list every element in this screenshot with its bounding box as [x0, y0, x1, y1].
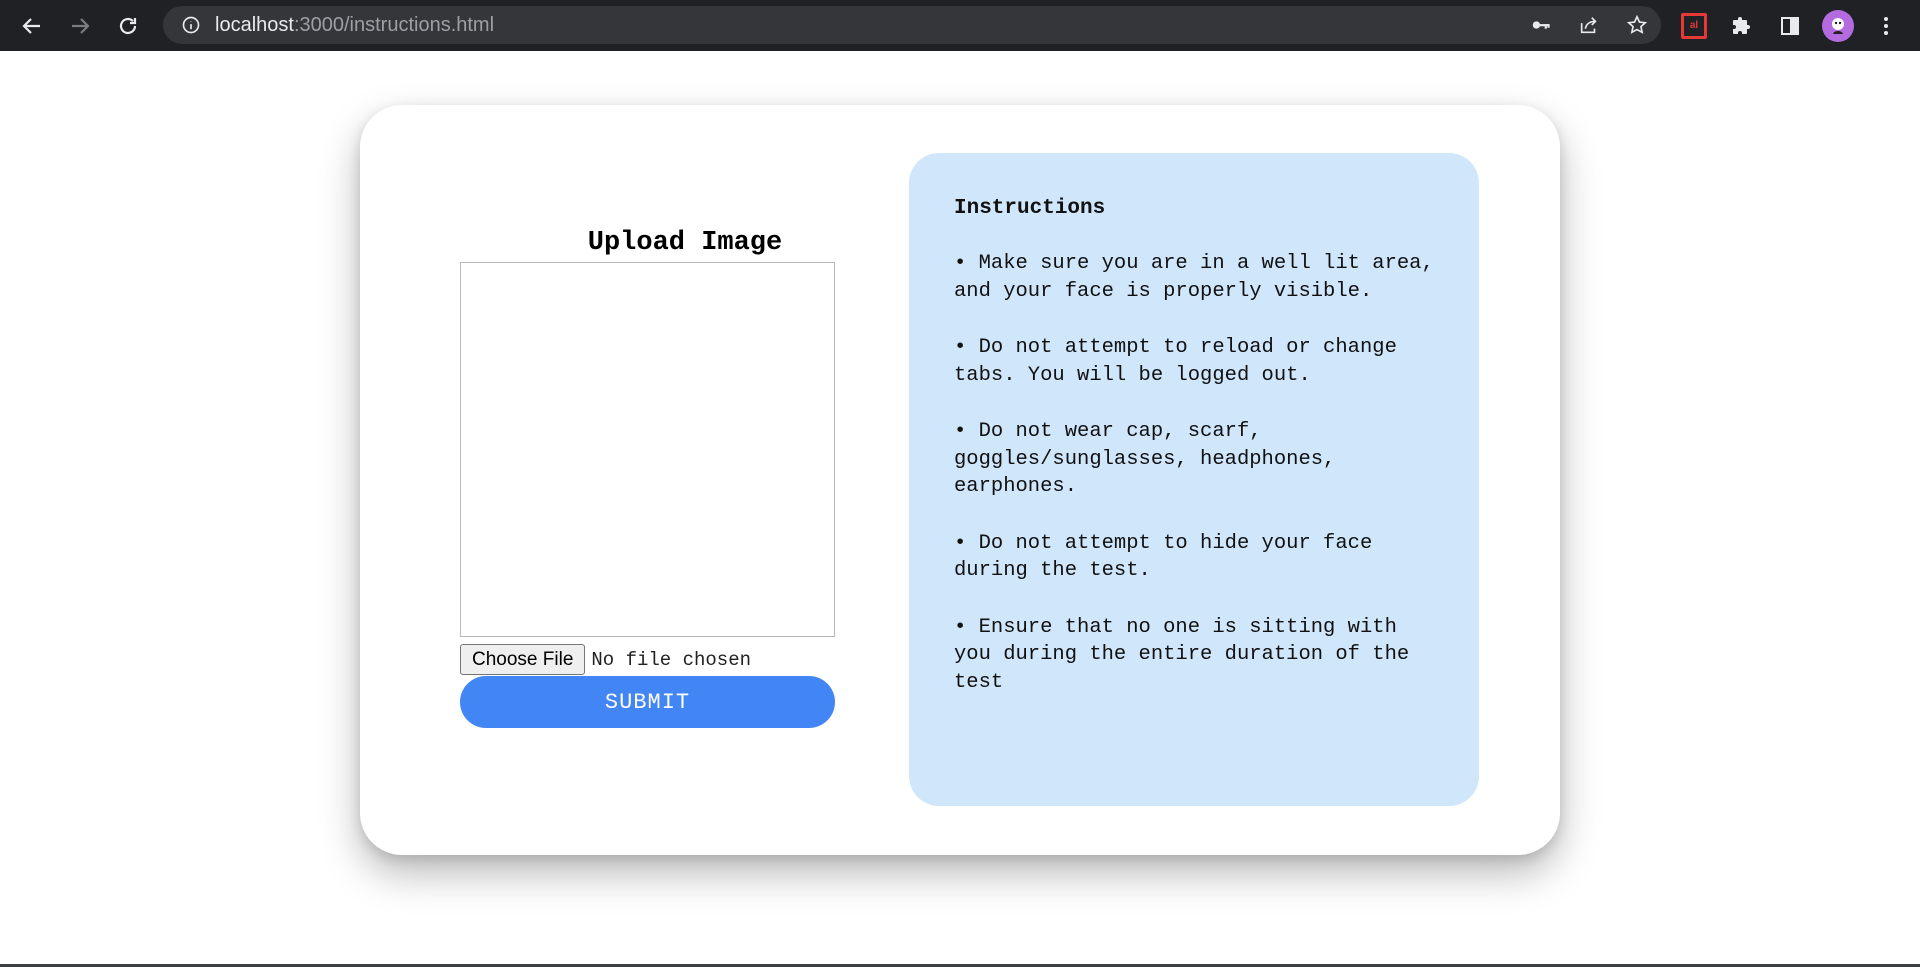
- url-path: :3000/instructions.html: [293, 13, 495, 36]
- extensions-menu-button[interactable]: [1718, 0, 1766, 51]
- puzzle-icon: [1733, 16, 1750, 34]
- address-bar[interactable]: localhost:3000/instructions.html: [163, 6, 1661, 44]
- file-input[interactable]: Choose File No file chosen: [460, 644, 751, 675]
- bookmark-button[interactable]: [1613, 14, 1661, 36]
- instructions-list: • Make sure you are in a well lit area, …: [954, 250, 1434, 696]
- site-info-button[interactable]: [171, 15, 211, 35]
- instruction-item: • Do not wear cap, scarf, goggles/sungla…: [954, 420, 1336, 498]
- instruction-item: • Do not attempt to hide your face durin…: [954, 531, 1373, 583]
- profile-avatar-icon: [1832, 17, 1844, 34]
- browser-menu-button[interactable]: [1862, 0, 1910, 51]
- share-button[interactable]: [1565, 14, 1613, 36]
- back-button[interactable]: [8, 0, 56, 51]
- key-icon: [1532, 21, 1550, 29]
- share-icon: [1580, 17, 1597, 34]
- side-panel-button[interactable]: [1766, 0, 1814, 51]
- kebab-menu-icon: [1884, 16, 1888, 35]
- submit-button[interactable]: SUBMIT: [460, 676, 835, 728]
- upload-title: Upload Image: [587, 228, 783, 258]
- extension-icon: al: [1681, 12, 1707, 39]
- star-icon: [1626, 14, 1648, 34]
- extension-button[interactable]: al: [1670, 0, 1718, 51]
- forward-button[interactable]: [56, 0, 104, 51]
- instruction-item: • Do not attempt to reload or change tab…: [954, 336, 1397, 387]
- instruction-item: • Make sure you are in a well lit area, …: [954, 252, 1434, 303]
- arrow-right-icon: [72, 17, 90, 34]
- info-icon: [182, 16, 200, 34]
- url-host: localhost: [215, 13, 294, 36]
- instructions-title: Instructions: [954, 197, 1106, 220]
- choose-file-button[interactable]: Choose File: [460, 644, 586, 675]
- arrow-left-icon: [22, 17, 40, 34]
- file-status-text: No file chosen: [591, 648, 752, 671]
- url-text[interactable]: localhost:3000/instructions.html: [215, 14, 494, 37]
- image-preview: [460, 262, 835, 637]
- profile-button[interactable]: [1814, 0, 1862, 51]
- extension-badge-text: al: [1689, 20, 1699, 31]
- reload-button[interactable]: [104, 0, 152, 51]
- reload-icon: [119, 17, 137, 34]
- password-button[interactable]: [1517, 14, 1565, 36]
- browser-toolbar: localhost:3000/instructions.html al: [0, 0, 1920, 51]
- instructions-panel: Instructions • Make sure you are in a we…: [909, 153, 1479, 806]
- instruction-item: • Ensure that no one is sitting with you…: [954, 615, 1410, 694]
- side-panel-icon: [1781, 16, 1799, 35]
- avatar: [1822, 9, 1854, 42]
